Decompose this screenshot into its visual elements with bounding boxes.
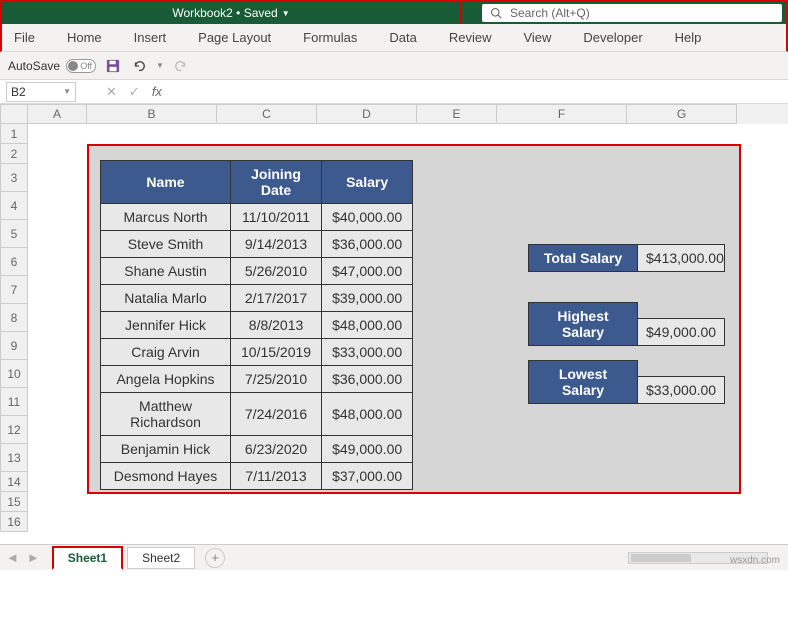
table-row: Craig Arvin10/15/2019$33,000.00 (101, 339, 413, 366)
sheet-nav-prev-icon[interactable]: ◄ (6, 550, 19, 565)
tab-review[interactable]: Review (445, 28, 496, 47)
table-row: Benjamin Hick6/23/2020$49,000.00 (101, 436, 413, 463)
sheet-nav: ◄ ► (6, 550, 40, 565)
row-header[interactable]: 1 (0, 124, 28, 144)
table-row: Marcus North11/10/2011$40,000.00 (101, 204, 413, 231)
total-salary-box: Total Salary$413,000.00 (528, 244, 725, 272)
tab-file[interactable]: File (10, 28, 39, 47)
col-header-d[interactable]: D (317, 104, 417, 124)
title-bar: Workbook2 • Saved ▼ Search (Alt+Q) (0, 0, 788, 24)
sheet-tab-bar: ◄ ► Sheet1 Sheet2 + wsxdn.com (0, 544, 788, 570)
header-name[interactable]: Name (101, 161, 231, 204)
sheet-nav-next-icon[interactable]: ► (27, 550, 40, 565)
undo-dropdown-icon[interactable]: ▼ (156, 61, 164, 70)
undo-button[interactable] (130, 57, 148, 75)
watermark: wsxdn.com (730, 555, 780, 566)
search-placeholder: Search (Alt+Q) (510, 6, 590, 20)
row-header[interactable]: 9 (0, 332, 28, 360)
highest-salary-box: Highest Salary$49,000.00 (528, 302, 725, 346)
highest-salary-value[interactable]: $49,000.00 (637, 318, 725, 346)
tab-view[interactable]: View (519, 28, 555, 47)
tab-help[interactable]: Help (671, 28, 706, 47)
table-row: Natalia Marlo2/17/2017$39,000.00 (101, 285, 413, 312)
spreadsheet-grid: A B C D E F G 1 2 3 4 5 6 7 8 9 10 11 12… (0, 104, 788, 544)
workbook-name: Workbook2 (172, 6, 232, 20)
save-icon (106, 59, 120, 73)
name-box-value: B2 (11, 85, 26, 99)
row-header[interactable]: 5 (0, 220, 28, 248)
col-header-c[interactable]: C (217, 104, 317, 124)
row-headers: 1 2 3 4 5 6 7 8 9 10 11 12 13 14 15 16 (0, 124, 28, 544)
redo-icon (174, 59, 188, 73)
row-header[interactable]: 6 (0, 248, 28, 276)
workbook-title[interactable]: Workbook2 • Saved ▼ (2, 2, 462, 24)
row-header[interactable]: 13 (0, 444, 28, 472)
row-header[interactable]: 10 (0, 360, 28, 388)
table-header-row: Name Joining Date Salary (101, 161, 413, 204)
new-sheet-button[interactable]: + (205, 548, 225, 568)
tab-insert[interactable]: Insert (130, 28, 171, 47)
cancel-formula-button[interactable]: ✕ (106, 84, 117, 100)
col-header-e[interactable]: E (417, 104, 497, 124)
table-row: Steve Smith9/14/2013$36,000.00 (101, 231, 413, 258)
undo-icon (132, 59, 146, 73)
row-header[interactable]: 14 (0, 472, 28, 492)
table-row: Shane Austin5/26/2010$47,000.00 (101, 258, 413, 285)
select-all-corner[interactable] (0, 104, 28, 124)
row-header[interactable]: 3 (0, 164, 28, 192)
autosave-label: AutoSave (8, 59, 60, 73)
col-header-b[interactable]: B (87, 104, 217, 124)
employee-table: Name Joining Date Salary Marcus North11/… (100, 160, 413, 490)
row-header[interactable]: 11 (0, 388, 28, 416)
fx-button[interactable]: fx (152, 84, 162, 99)
highest-salary-label[interactable]: Highest Salary (528, 302, 638, 346)
plus-icon: + (211, 550, 219, 565)
title-dropdown-icon[interactable]: ▼ (282, 9, 290, 18)
header-salary[interactable]: Salary (322, 161, 413, 204)
tab-home[interactable]: Home (63, 28, 106, 47)
tab-page-layout[interactable]: Page Layout (194, 28, 275, 47)
lowest-salary-box: Lowest Salary$33,000.00 (528, 360, 725, 404)
search-input[interactable]: Search (Alt+Q) (482, 4, 782, 22)
row-header[interactable]: 4 (0, 192, 28, 220)
col-header-g[interactable]: G (627, 104, 737, 124)
save-status: Saved (244, 6, 278, 20)
tab-formulas[interactable]: Formulas (299, 28, 361, 47)
cell-area[interactable]: Name Joining Date Salary Marcus North11/… (28, 124, 788, 544)
quick-access-toolbar: AutoSave Off ▼ (0, 52, 788, 80)
header-date[interactable]: Joining Date (231, 161, 322, 204)
row-header[interactable]: 12 (0, 416, 28, 444)
table-row: Jennifer Hick8/8/2013$48,000.00 (101, 312, 413, 339)
lowest-salary-value[interactable]: $33,000.00 (637, 376, 725, 404)
formula-bar: B2 ▼ ✕ ✓ fx (0, 80, 788, 104)
table-row: Angela Hopkins7/25/2010$36,000.00 (101, 366, 413, 393)
row-header[interactable]: 16 (0, 512, 28, 532)
row-header[interactable]: 7 (0, 276, 28, 304)
total-salary-value[interactable]: $413,000.00 (637, 244, 725, 272)
sheet-tab[interactable]: Sheet2 (127, 547, 195, 569)
total-salary-label[interactable]: Total Salary (528, 244, 638, 272)
col-header-f[interactable]: F (497, 104, 627, 124)
tab-developer[interactable]: Developer (579, 28, 646, 47)
toggle-switch-icon[interactable]: Off (66, 59, 96, 73)
save-button[interactable] (104, 57, 122, 75)
ribbon-tabs: File Home Insert Page Layout Formulas Da… (0, 24, 788, 52)
table-row: Matthew Richardson7/24/2016$48,000.00 (101, 393, 413, 436)
lowest-salary-label[interactable]: Lowest Salary (528, 360, 638, 404)
row-header[interactable]: 2 (0, 144, 28, 164)
col-header-a[interactable]: A (28, 104, 87, 124)
sheet-tab-active[interactable]: Sheet1 (52, 546, 123, 570)
accept-formula-button[interactable]: ✓ (129, 84, 140, 100)
redo-button[interactable] (172, 57, 190, 75)
tab-data[interactable]: Data (385, 28, 420, 47)
row-header[interactable]: 8 (0, 304, 28, 332)
autosave-toggle[interactable]: AutoSave Off (8, 59, 96, 73)
row-header[interactable]: 15 (0, 492, 28, 512)
search-icon (490, 7, 502, 19)
table-row: Desmond Hayes7/11/2013$37,000.00 (101, 463, 413, 490)
chevron-down-icon[interactable]: ▼ (63, 87, 71, 96)
name-box[interactable]: B2 ▼ (6, 82, 76, 102)
